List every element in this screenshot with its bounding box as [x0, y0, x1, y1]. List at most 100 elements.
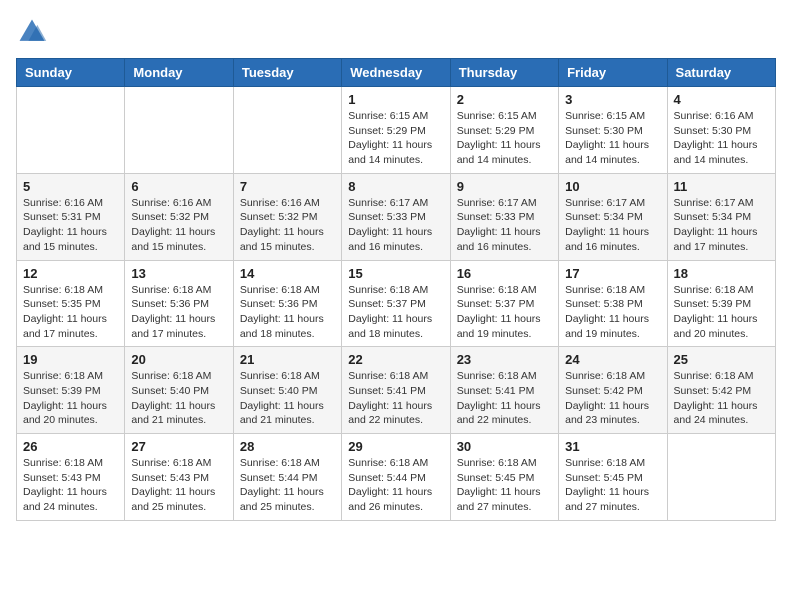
- calendar-cell: 7 Sunrise: 6:16 AM Sunset: 5:32 PM Daylig…: [233, 173, 341, 260]
- day-number: 1: [348, 92, 443, 107]
- calendar-cell: 25 Sunrise: 6:18 AM Sunset: 5:42 PM Dayli…: [667, 347, 775, 434]
- calendar-cell: [667, 434, 775, 521]
- calendar-cell: [125, 87, 233, 174]
- calendar-cell: 2 Sunrise: 6:15 AM Sunset: 5:29 PM Daylig…: [450, 87, 558, 174]
- weekday-header: Saturday: [667, 59, 775, 87]
- day-info: Sunrise: 6:16 AM Sunset: 5:32 PM Dayligh…: [131, 196, 226, 255]
- weekday-header: Sunday: [17, 59, 125, 87]
- day-number: 21: [240, 352, 335, 367]
- day-number: 6: [131, 179, 226, 194]
- logo-icon: [16, 16, 48, 48]
- calendar-cell: 27 Sunrise: 6:18 AM Sunset: 5:43 PM Dayli…: [125, 434, 233, 521]
- day-info: Sunrise: 6:18 AM Sunset: 5:36 PM Dayligh…: [131, 283, 226, 342]
- day-info: Sunrise: 6:16 AM Sunset: 5:30 PM Dayligh…: [674, 109, 769, 168]
- day-number: 2: [457, 92, 552, 107]
- day-number: 28: [240, 439, 335, 454]
- calendar-cell: 18 Sunrise: 6:18 AM Sunset: 5:39 PM Dayli…: [667, 260, 775, 347]
- day-number: 31: [565, 439, 660, 454]
- day-number: 5: [23, 179, 118, 194]
- calendar-cell: 6 Sunrise: 6:16 AM Sunset: 5:32 PM Daylig…: [125, 173, 233, 260]
- weekday-header: Thursday: [450, 59, 558, 87]
- day-info: Sunrise: 6:18 AM Sunset: 5:39 PM Dayligh…: [674, 283, 769, 342]
- calendar-cell: 9 Sunrise: 6:17 AM Sunset: 5:33 PM Daylig…: [450, 173, 558, 260]
- calendar-cell: 24Sunrise: 6:18 AM Sunset: 5:42 PM Dayli…: [559, 347, 667, 434]
- day-info: Sunrise: 6:18 AM Sunset: 5:42 PM Dayligh…: [565, 369, 660, 428]
- day-info: Sunrise: 6:18 AM Sunset: 5:38 PM Dayligh…: [565, 283, 660, 342]
- calendar-cell: 16 Sunrise: 6:18 AM Sunset: 5:37 PM Dayli…: [450, 260, 558, 347]
- weekday-header: Friday: [559, 59, 667, 87]
- day-number: 15: [348, 266, 443, 281]
- day-info: Sunrise: 6:17 AM Sunset: 5:33 PM Dayligh…: [457, 196, 552, 255]
- day-number: 9: [457, 179, 552, 194]
- calendar-cell: 4 Sunrise: 6:16 AM Sunset: 5:30 PM Daylig…: [667, 87, 775, 174]
- day-info: Sunrise: 6:18 AM Sunset: 5:43 PM Dayligh…: [131, 456, 226, 515]
- day-info: Sunrise: 6:17 AM Sunset: 5:34 PM Dayligh…: [674, 196, 769, 255]
- weekday-header: Wednesday: [342, 59, 450, 87]
- day-info: Sunrise: 6:18 AM Sunset: 5:37 PM Dayligh…: [457, 283, 552, 342]
- day-info: Sunrise: 6:18 AM Sunset: 5:43 PM Dayligh…: [23, 456, 118, 515]
- day-number: 7: [240, 179, 335, 194]
- day-number: 26: [23, 439, 118, 454]
- day-number: 16: [457, 266, 552, 281]
- day-number: 29: [348, 439, 443, 454]
- day-number: 14: [240, 266, 335, 281]
- calendar-cell: 19 Sunrise: 6:18 AM Sunset: 5:39 PM Dayli…: [17, 347, 125, 434]
- calendar-cell: 10 Sunrise: 6:17 AM Sunset: 5:34 PM Dayli…: [559, 173, 667, 260]
- day-number: 12: [23, 266, 118, 281]
- weekday-header: Tuesday: [233, 59, 341, 87]
- day-number: 13: [131, 266, 226, 281]
- day-number: 19: [23, 352, 118, 367]
- day-info: Sunrise: 6:18 AM Sunset: 5:36 PM Dayligh…: [240, 283, 335, 342]
- day-info: Sunrise: 6:18 AM Sunset: 5:42 PM Dayligh…: [674, 369, 769, 428]
- calendar-cell: 17 Sunrise: 6:18 AM Sunset: 5:38 PM Dayli…: [559, 260, 667, 347]
- calendar-cell: [17, 87, 125, 174]
- day-info: Sunrise: 6:17 AM Sunset: 5:33 PM Dayligh…: [348, 196, 443, 255]
- calendar-cell: 12 Sunrise: 6:18 AM Sunset: 5:35 PM Dayli…: [17, 260, 125, 347]
- calendar-cell: 30 Sunrise: 6:18 AM Sunset: 5:45 PM Dayli…: [450, 434, 558, 521]
- day-info: Sunrise: 6:18 AM Sunset: 5:39 PM Dayligh…: [23, 369, 118, 428]
- day-number: 25: [674, 352, 769, 367]
- day-number: 22: [348, 352, 443, 367]
- day-number: 17: [565, 266, 660, 281]
- day-number: 27: [131, 439, 226, 454]
- day-info: Sunrise: 6:18 AM Sunset: 5:40 PM Dayligh…: [131, 369, 226, 428]
- day-number: 18: [674, 266, 769, 281]
- calendar-cell: 23Sunrise: 6:18 AM Sunset: 5:41 PM Dayli…: [450, 347, 558, 434]
- day-number: 11: [674, 179, 769, 194]
- day-info: Sunrise: 6:18 AM Sunset: 5:35 PM Dayligh…: [23, 283, 118, 342]
- calendar-cell: 14 Sunrise: 6:18 AM Sunset: 5:36 PM Dayli…: [233, 260, 341, 347]
- calendar-cell: 28 Sunrise: 6:18 AM Sunset: 5:44 PM Dayli…: [233, 434, 341, 521]
- calendar-cell: 31Sunrise: 6:18 AM Sunset: 5:45 PM Dayli…: [559, 434, 667, 521]
- day-info: Sunrise: 6:15 AM Sunset: 5:29 PM Dayligh…: [457, 109, 552, 168]
- day-number: 20: [131, 352, 226, 367]
- calendar-cell: 13 Sunrise: 6:18 AM Sunset: 5:36 PM Dayli…: [125, 260, 233, 347]
- day-info: Sunrise: 6:15 AM Sunset: 5:29 PM Dayligh…: [348, 109, 443, 168]
- calendar-cell: 8 Sunrise: 6:17 AM Sunset: 5:33 PM Daylig…: [342, 173, 450, 260]
- calendar-cell: 15 Sunrise: 6:18 AM Sunset: 5:37 PM Dayli…: [342, 260, 450, 347]
- day-info: Sunrise: 6:15 AM Sunset: 5:30 PM Dayligh…: [565, 109, 660, 168]
- day-number: 30: [457, 439, 552, 454]
- calendar-cell: [233, 87, 341, 174]
- day-info: Sunrise: 6:18 AM Sunset: 5:44 PM Dayligh…: [348, 456, 443, 515]
- day-number: 4: [674, 92, 769, 107]
- day-number: 10: [565, 179, 660, 194]
- calendar-cell: 1 Sunrise: 6:15 AM Sunset: 5:29 PM Daylig…: [342, 87, 450, 174]
- day-info: Sunrise: 6:16 AM Sunset: 5:32 PM Dayligh…: [240, 196, 335, 255]
- day-info: Sunrise: 6:18 AM Sunset: 5:40 PM Dayligh…: [240, 369, 335, 428]
- calendar-table: SundayMondayTuesdayWednesdayThursdayFrid…: [16, 58, 776, 521]
- day-info: Sunrise: 6:18 AM Sunset: 5:37 PM Dayligh…: [348, 283, 443, 342]
- day-info: Sunrise: 6:18 AM Sunset: 5:45 PM Dayligh…: [457, 456, 552, 515]
- day-info: Sunrise: 6:16 AM Sunset: 5:31 PM Dayligh…: [23, 196, 118, 255]
- calendar-cell: 20 Sunrise: 6:18 AM Sunset: 5:40 PM Dayli…: [125, 347, 233, 434]
- page-header: [16, 16, 776, 48]
- calendar-cell: 21 Sunrise: 6:18 AM Sunset: 5:40 PM Dayli…: [233, 347, 341, 434]
- calendar-cell: 3Sunrise: 6:15 AM Sunset: 5:30 PM Daylig…: [559, 87, 667, 174]
- calendar-cell: 11 Sunrise: 6:17 AM Sunset: 5:34 PM Dayli…: [667, 173, 775, 260]
- day-info: Sunrise: 6:18 AM Sunset: 5:41 PM Dayligh…: [457, 369, 552, 428]
- logo: [16, 16, 52, 48]
- calendar-cell: 22 Sunrise: 6:18 AM Sunset: 5:41 PM Dayli…: [342, 347, 450, 434]
- day-info: Sunrise: 6:18 AM Sunset: 5:44 PM Dayligh…: [240, 456, 335, 515]
- day-number: 8: [348, 179, 443, 194]
- day-info: Sunrise: 6:18 AM Sunset: 5:41 PM Dayligh…: [348, 369, 443, 428]
- day-info: Sunrise: 6:17 AM Sunset: 5:34 PM Dayligh…: [565, 196, 660, 255]
